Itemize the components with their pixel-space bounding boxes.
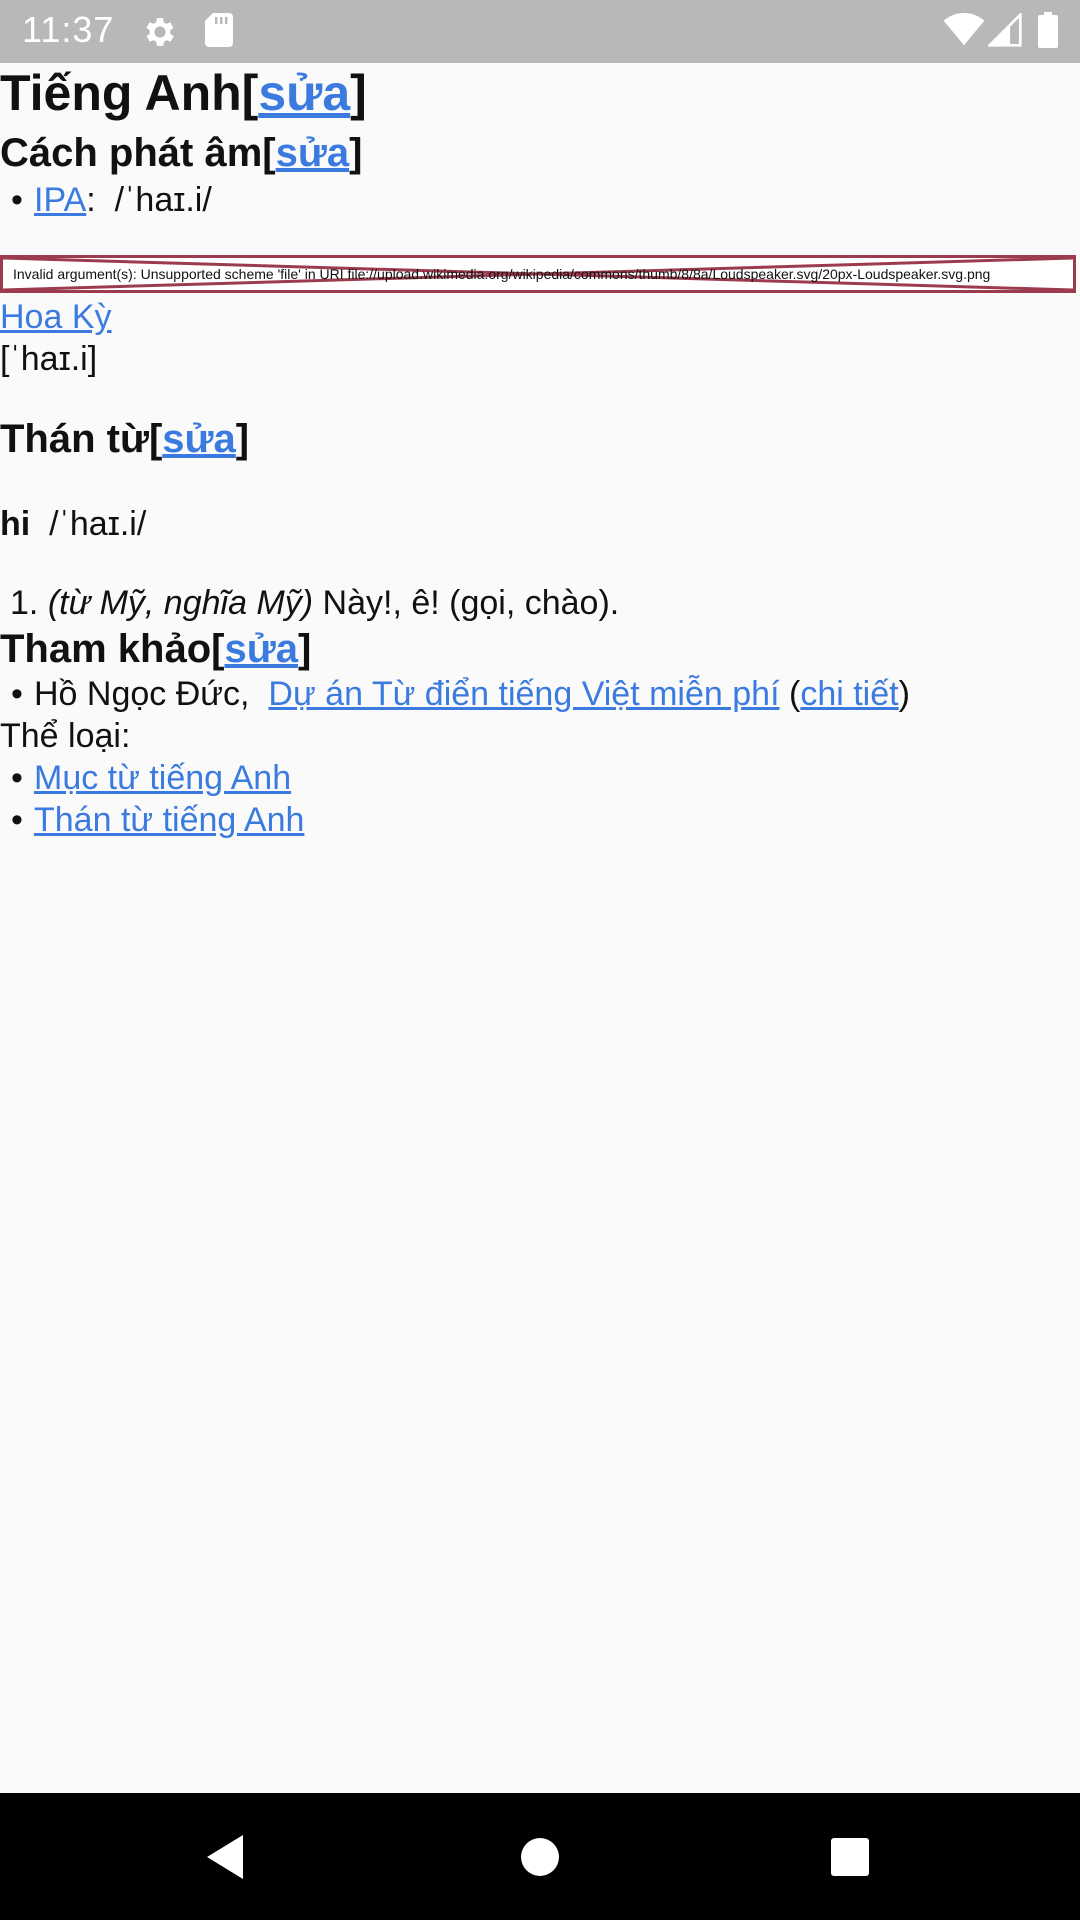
back-icon[interactable] <box>205 1833 245 1881</box>
heading-language-text: Tiếng Anh <box>0 65 242 121</box>
sd-card-icon <box>205 13 233 47</box>
headword-line: hi /ˈhaɪ.i/ <box>0 503 146 545</box>
edit-link-references[interactable]: sửa <box>224 627 297 671</box>
heading-pronunciation: Cách phát âm[sửa] <box>0 131 363 175</box>
definition-text: Này!, ê! (gọi, chào). <box>322 584 620 622</box>
status-bar: 11:37 <box>0 0 1080 63</box>
battery-icon <box>1038 12 1058 48</box>
bullet: • <box>11 801 23 839</box>
heading-references-text: Tham khảo <box>0 627 212 671</box>
heading-pronunciation-text: Cách phát âm <box>0 131 263 175</box>
ipa-value: /ˈhaɪ.i/ <box>114 181 212 219</box>
bullet: • <box>11 675 23 713</box>
heading-references: Tham khảo[sửa] <box>0 627 312 671</box>
ipa-line: • IPA: /ˈhaɪ.i/ <box>0 179 212 221</box>
category-item: • Thán từ tiếng Anh <box>0 799 304 841</box>
cell-signal-icon <box>988 13 1022 47</box>
bullet: • <box>11 181 23 219</box>
edit-link-language[interactable]: sửa <box>258 65 350 121</box>
region-ipa: [ˈhaɪ.i] <box>0 340 98 378</box>
definition-number: 1. <box>10 584 39 622</box>
definition-qualifier: (từ Mỹ, nghĩa Mỹ) <box>47 584 314 622</box>
category-link-2[interactable]: Thán từ tiếng Anh <box>34 801 304 839</box>
region-line: Hoa Kỳ <box>0 296 112 338</box>
edit-link-pos[interactable]: sửa <box>162 417 235 461</box>
heading-pos-text: Thán từ <box>0 417 149 461</box>
heading-part-of-speech: Thán từ[sửa] <box>0 417 250 461</box>
heading-language: Tiếng Anh[sửa] <box>0 65 367 121</box>
definition-item: 1. (từ Mỹ, nghĩa Mỹ) Này!, ê! (gọi, chào… <box>10 582 619 624</box>
recent-apps-icon[interactable] <box>830 1837 870 1877</box>
audio-error-text: Invalid argument(s): Unsupported scheme … <box>13 266 991 282</box>
region-link[interactable]: Hoa Kỳ <box>0 298 112 336</box>
settings-gear-icon <box>146 18 174 46</box>
status-time: 11:37 <box>22 9 115 50</box>
audio-error-box: Invalid argument(s): Unsupported scheme … <box>0 255 1076 293</box>
reference-link[interactable]: Dự án Từ điển tiếng Việt miễn phí <box>268 675 779 713</box>
category-link-1[interactable]: Mục từ tiếng Anh <box>34 759 291 797</box>
ipa-link[interactable]: IPA <box>34 181 86 219</box>
headword: hi <box>0 505 31 543</box>
ipa-separator: : <box>86 181 96 219</box>
reference-author: Hồ Ngọc Đức, <box>34 675 250 713</box>
bullet: • <box>11 759 23 797</box>
reference-detail-link[interactable]: chi tiết <box>800 675 898 713</box>
category-item: • Mục từ tiếng Anh <box>0 757 291 799</box>
edit-link-pronunciation[interactable]: sửa <box>276 131 349 175</box>
home-icon[interactable] <box>520 1837 560 1877</box>
category-label: Thể loại: <box>0 717 131 755</box>
wifi-icon <box>943 13 985 46</box>
reference-item: • Hồ Ngọc Đức, Dự án Từ điển tiếng Việt m… <box>0 673 910 715</box>
headword-ipa: /ˈhaɪ.i/ <box>49 505 147 543</box>
navigation-bar <box>0 1793 1080 1920</box>
